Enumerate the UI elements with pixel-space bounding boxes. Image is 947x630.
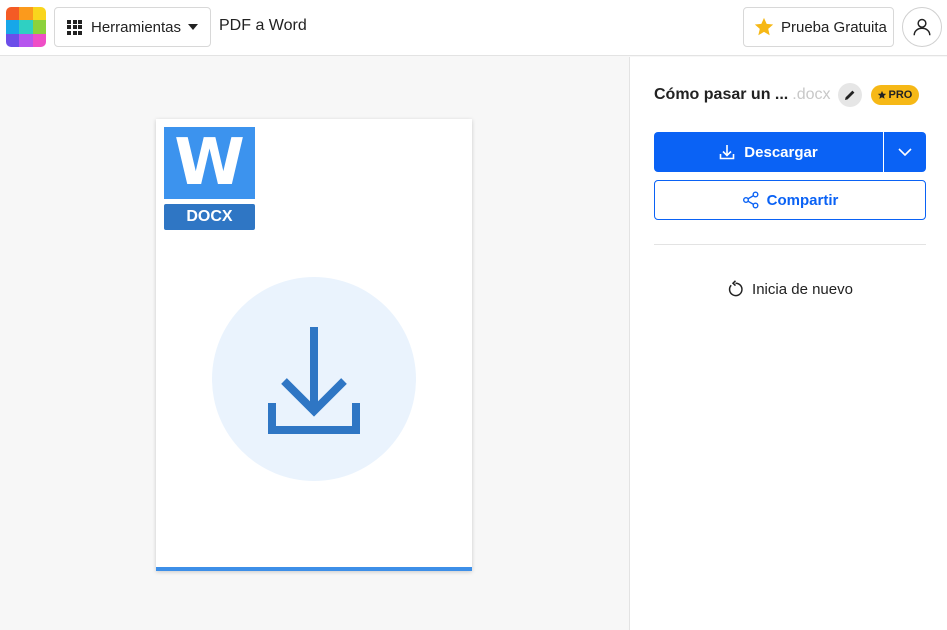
star-icon xyxy=(754,17,774,36)
logo-tile xyxy=(6,7,20,21)
word-letter: W xyxy=(164,126,255,200)
download-circle[interactable] xyxy=(212,277,416,481)
download-button[interactable]: Descargar xyxy=(654,132,883,172)
result-panel: Cómo pasar un ... .docx PRO Descargar Co… xyxy=(630,57,947,630)
start-over-label: Inicia de nuevo xyxy=(752,280,853,298)
free-trial-label: Prueba Gratuita xyxy=(781,18,887,36)
logo-tile xyxy=(32,7,46,21)
start-over-button[interactable]: Inicia de nuevo xyxy=(654,277,926,301)
star-icon xyxy=(877,90,886,99)
user-icon xyxy=(913,18,931,36)
download-icon xyxy=(268,327,360,434)
rename-button[interactable] xyxy=(837,83,862,107)
file-extension: .docx xyxy=(792,86,831,103)
free-trial-button[interactable]: Prueba Gratuita xyxy=(743,7,894,47)
word-file-badge: W DOCX xyxy=(164,126,255,230)
logo-tile xyxy=(32,20,46,34)
tools-menu-button[interactable]: Herramientas xyxy=(54,7,211,47)
download-icon xyxy=(719,145,735,160)
logo-tile xyxy=(32,33,46,47)
download-button-group: Descargar xyxy=(654,132,926,172)
logo-tile xyxy=(19,33,33,47)
section-divider xyxy=(654,244,926,245)
pencil-icon xyxy=(844,90,854,100)
chevron-down-icon xyxy=(898,148,912,156)
share-icon xyxy=(742,191,759,209)
logo-tile xyxy=(6,33,20,47)
caret-down-icon xyxy=(188,24,199,30)
tools-menu-label: Herramientas xyxy=(91,18,182,36)
top-header: Herramientas PDF a Word Prueba Gratuita xyxy=(0,0,947,56)
logo-tile xyxy=(19,7,33,21)
download-options-button[interactable] xyxy=(884,132,926,172)
restart-icon xyxy=(728,280,743,297)
file-name-row: Cómo pasar un ... .docx PRO xyxy=(654,83,920,107)
preview-bottom-bar xyxy=(156,567,472,571)
pro-label: PRO xyxy=(888,89,913,101)
app-logo[interactable] xyxy=(6,7,46,47)
preview-area: W DOCX xyxy=(0,57,629,630)
file-name: Cómo pasar un ... xyxy=(654,86,789,103)
share-label: Compartir xyxy=(766,191,839,209)
share-button[interactable]: Compartir xyxy=(654,180,926,220)
download-label: Descargar xyxy=(744,143,818,161)
document-preview-card[interactable]: W DOCX xyxy=(156,119,472,571)
file-type-label: DOCX xyxy=(164,204,255,230)
user-account-button[interactable] xyxy=(902,7,942,47)
logo-tile xyxy=(6,20,20,34)
grid-icon xyxy=(67,19,82,35)
logo-tile xyxy=(19,20,33,34)
page-title: PDF a Word xyxy=(219,17,307,34)
pro-badge: PRO xyxy=(870,85,920,105)
